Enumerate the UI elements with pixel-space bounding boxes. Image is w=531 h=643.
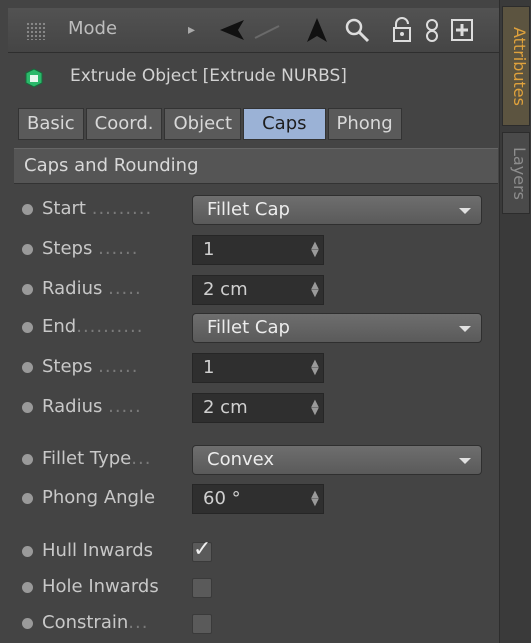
section-header[interactable]: Caps and Rounding bbox=[14, 148, 498, 184]
spinner-icon[interactable]: ▲ ▼ bbox=[311, 241, 319, 259]
start-dropdown[interactable]: Fillet Cap bbox=[192, 195, 482, 225]
tab-layers[interactable]: Layers bbox=[502, 132, 530, 214]
animation-dot-icon[interactable] bbox=[22, 454, 33, 465]
spinner-icon[interactable]: ▲ ▼ bbox=[311, 359, 319, 377]
label-leader: .......... bbox=[76, 316, 144, 337]
animation-dot-icon[interactable] bbox=[22, 546, 33, 557]
attributes-panel: Mode ▸ Extrude Object [Extrude NURBS] Ba… bbox=[0, 0, 499, 643]
phong-angle-input[interactable]: 60 ° ▲ ▼ bbox=[192, 484, 324, 514]
up-arrow-icon[interactable] bbox=[303, 16, 331, 44]
label-leader: ... bbox=[131, 448, 152, 469]
forward-arrow-icon[interactable] bbox=[253, 16, 281, 44]
animation-dot-icon[interactable] bbox=[22, 322, 33, 333]
tab-caps[interactable]: Caps bbox=[243, 108, 326, 140]
animation-dot-icon[interactable] bbox=[22, 204, 33, 215]
animation-dot-icon[interactable] bbox=[22, 362, 33, 373]
radius-label: Radius ..... bbox=[42, 278, 142, 299]
hull-inwards-checkbox[interactable]: ✓ bbox=[192, 537, 212, 562]
chevron-down-icon bbox=[459, 458, 471, 464]
animation-dot-icon[interactable] bbox=[22, 402, 33, 413]
end-steps-value: 1 bbox=[203, 357, 215, 378]
lock-icon[interactable] bbox=[388, 16, 416, 44]
hole-inwards-checkbox[interactable] bbox=[192, 578, 212, 598]
tab-phong[interactable]: Phong bbox=[327, 108, 402, 140]
object-title: Extrude Object [Extrude NURBS] bbox=[70, 66, 347, 86]
label-leader: ...... bbox=[98, 238, 139, 259]
hole-inwards-label: Hole Inwards bbox=[42, 576, 159, 597]
end-label-text: End bbox=[42, 316, 77, 337]
end-dropdown[interactable]: Fillet Cap bbox=[192, 313, 482, 343]
tab-basic[interactable]: Basic bbox=[18, 108, 84, 140]
fillet-type-dropdown[interactable]: Convex bbox=[192, 445, 482, 475]
spinner-icon[interactable]: ▲ ▼ bbox=[311, 281, 319, 299]
fillet-type-label: Fillet Type... bbox=[42, 448, 151, 469]
tab-coord[interactable]: Coord. bbox=[85, 108, 163, 140]
search-icon[interactable] bbox=[343, 16, 371, 44]
phong-angle-label: Phong Angle bbox=[42, 487, 156, 508]
end-value: Fillet Cap bbox=[207, 317, 290, 338]
fillet-type-value: Convex bbox=[207, 449, 275, 470]
steps-label-text: Steps bbox=[42, 238, 93, 259]
animation-dot-icon[interactable] bbox=[22, 618, 33, 629]
start-label: Start ......... bbox=[42, 198, 152, 219]
constrain-label-text: Constrain bbox=[42, 612, 129, 633]
tab-attributes[interactable]: Attributes bbox=[502, 6, 530, 126]
back-arrow-icon[interactable] bbox=[218, 16, 246, 44]
mode-submenu-arrow-icon: ▸ bbox=[188, 22, 196, 38]
side-tab-strip: Attributes Layers bbox=[499, 0, 531, 643]
label-leader: ......... bbox=[91, 198, 153, 219]
animation-dot-icon[interactable] bbox=[22, 582, 33, 593]
end-steps-label-text: Steps bbox=[42, 356, 93, 377]
phong-angle-value: 60 ° bbox=[203, 488, 241, 509]
toolbar: Mode ▸ bbox=[8, 8, 499, 53]
new-window-icon[interactable] bbox=[448, 16, 476, 44]
end-radius-input[interactable]: 2 cm ▲ ▼ bbox=[192, 393, 324, 423]
label-leader: ..... bbox=[108, 396, 142, 417]
end-radius-value: 2 cm bbox=[203, 397, 248, 418]
grip-icon[interactable] bbox=[26, 22, 46, 40]
radius-label-text: Radius bbox=[42, 278, 103, 299]
radius-input[interactable]: 2 cm ▲ ▼ bbox=[192, 275, 324, 305]
label-leader: ... bbox=[128, 612, 149, 633]
steps-input[interactable]: 1 ▲ ▼ bbox=[192, 235, 324, 265]
radius-value: 2 cm bbox=[203, 279, 248, 300]
end-steps-input[interactable]: 1 ▲ ▼ bbox=[192, 353, 324, 383]
constrain-checkbox[interactable] bbox=[192, 614, 212, 634]
animation-dot-icon[interactable] bbox=[22, 244, 33, 255]
start-value: Fillet Cap bbox=[207, 199, 290, 220]
extrude-object-icon bbox=[25, 68, 43, 88]
tab-object[interactable]: Object bbox=[164, 108, 242, 140]
fillet-type-label-text: Fillet Type bbox=[42, 448, 132, 469]
end-label: End.......... bbox=[42, 316, 143, 337]
animation-dot-icon[interactable] bbox=[22, 493, 33, 504]
animation-dot-icon[interactable] bbox=[22, 284, 33, 295]
chevron-down-icon bbox=[459, 326, 471, 332]
start-label-text: Start bbox=[42, 198, 86, 219]
spinner-icon[interactable]: ▲ ▼ bbox=[311, 399, 319, 417]
end-steps-label: Steps ...... bbox=[42, 356, 138, 377]
chevron-down-icon bbox=[459, 208, 471, 214]
section-title: Caps and Rounding bbox=[24, 155, 199, 176]
checkmark-icon: ✓ bbox=[193, 537, 212, 562]
constrain-label: Constrain... bbox=[42, 612, 148, 633]
tab-bar: Basic Coord. Object Caps Phong bbox=[18, 108, 404, 140]
link-icon[interactable] bbox=[418, 16, 446, 44]
end-radius-label: Radius ..... bbox=[42, 396, 142, 417]
steps-label: Steps ...... bbox=[42, 238, 138, 259]
steps-value: 1 bbox=[203, 239, 215, 260]
end-radius-label-text: Radius bbox=[42, 396, 103, 417]
hull-inwards-label: Hull Inwards bbox=[42, 540, 154, 561]
spinner-icon[interactable]: ▲ ▼ bbox=[311, 490, 319, 508]
mode-menu[interactable]: Mode bbox=[68, 18, 117, 39]
label-leader: ..... bbox=[108, 278, 142, 299]
label-leader: ...... bbox=[98, 356, 139, 377]
